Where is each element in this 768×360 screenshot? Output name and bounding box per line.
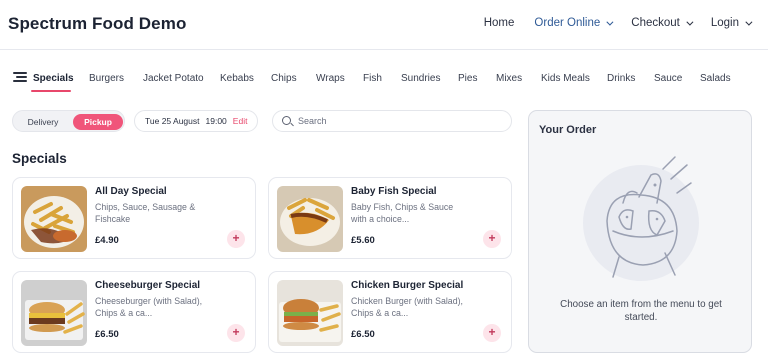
menu-item-card[interactable]: All Day Special Chips, Sauce, Sausage & …: [12, 177, 256, 259]
nav-login[interactable]: Login: [710, 17, 753, 29]
add-to-order-button[interactable]: +: [483, 324, 501, 342]
item-title: Chicken Burger Special: [351, 280, 464, 291]
selected-date: Tue 25 August: [145, 116, 200, 126]
category-tab-kids-meals[interactable]: Kids Meals: [541, 73, 590, 84]
section-title: Specials: [12, 151, 67, 166]
category-tab-chips[interactable]: Chips: [271, 73, 297, 84]
category-tab-drinks[interactable]: Drinks: [607, 73, 635, 84]
item-title: All Day Special: [95, 186, 167, 197]
food-image-chips-sausage: [21, 186, 87, 252]
order-panel: Your Order Choose an item from the menu …: [528, 110, 752, 353]
item-description: Cheeseburger (with Salad), Chips & a ca.…: [95, 296, 203, 318]
category-tab-mixes[interactable]: Mixes: [496, 73, 522, 84]
item-price: £6.50: [95, 329, 119, 340]
nav-checkout-label: Checkout: [631, 17, 680, 29]
brand-title[interactable]: Spectrum Food Demo: [8, 14, 186, 34]
empty-order-message: Choose an item from the menu to get star…: [560, 299, 722, 323]
item-price: £4.90: [95, 235, 119, 246]
menu-item-card[interactable]: Chicken Burger Special Chicken Burger (w…: [268, 271, 512, 353]
chevron-down-icon: [686, 18, 694, 26]
category-tab-wraps[interactable]: Wraps: [316, 73, 345, 84]
item-title: Cheeseburger Special: [95, 280, 201, 291]
category-tab-sundries[interactable]: Sundries: [401, 73, 440, 84]
item-price: £6.50: [351, 329, 375, 340]
add-to-order-button[interactable]: +: [483, 230, 501, 248]
add-to-order-button[interactable]: +: [227, 230, 245, 248]
top-bar: Spectrum Food Demo Home Order Online Che…: [0, 0, 768, 50]
item-description: Chips, Sauce, Sausage & Fishcake: [95, 202, 196, 224]
menu-icon[interactable]: [13, 72, 27, 82]
item-price: £5.60: [351, 235, 375, 246]
category-bar: Specials Burgers Jacket Potato Kebabs Ch…: [0, 62, 768, 92]
chevron-down-icon: [745, 18, 753, 26]
nav-order-online[interactable]: Order Online: [534, 17, 614, 29]
nav-home-label: Home: [483, 17, 515, 29]
menu-item-card[interactable]: Baby Fish Special Baby Fish, Chips & Sau…: [268, 177, 512, 259]
search-box: [272, 110, 512, 132]
active-tab-indicator: [31, 90, 71, 92]
search-input[interactable]: [298, 114, 498, 128]
top-nav: Home Order Online Checkout Login: [464, 17, 753, 29]
pickup-option[interactable]: Pickup: [73, 114, 123, 130]
item-description: Baby Fish, Chips & Sauce with a choice..…: [351, 202, 454, 224]
category-tab-salads[interactable]: Salads: [700, 73, 731, 84]
delivery-option[interactable]: Delivery: [19, 114, 67, 130]
empty-bag-illustration: [579, 151, 703, 291]
food-image-fish-chips: [277, 186, 343, 252]
nav-order-online-label: Order Online: [534, 17, 601, 29]
add-to-order-button[interactable]: +: [227, 324, 245, 342]
category-tab-jacket-potato[interactable]: Jacket Potato: [143, 73, 204, 84]
nav-home[interactable]: Home: [484, 17, 515, 29]
order-title: Your Order: [539, 124, 597, 136]
search-icon: [282, 116, 291, 125]
nav-checkout[interactable]: Checkout: [631, 17, 694, 29]
category-tab-specials[interactable]: Specials: [33, 73, 74, 84]
fulfillment-toggle: Delivery Pickup: [12, 110, 125, 132]
selected-time: 19:00: [205, 116, 227, 126]
menu-item-card[interactable]: Cheeseburger Special Cheeseburger (with …: [12, 271, 256, 353]
item-title: Baby Fish Special: [351, 186, 437, 197]
edit-link[interactable]: Edit: [233, 116, 248, 126]
nav-login-label: Login: [710, 17, 739, 29]
category-tab-sauce[interactable]: Sauce: [654, 73, 682, 84]
date-time-selector[interactable]: Tue 25 August 19:00 Edit: [134, 110, 258, 132]
food-image-cheeseburger: [21, 280, 87, 346]
item-description: Chicken Burger (with Salad), Chips & a c…: [351, 296, 463, 318]
food-image-chicken-burger: [277, 280, 343, 346]
category-tab-kebabs[interactable]: Kebabs: [220, 73, 254, 84]
category-tab-fish[interactable]: Fish: [363, 73, 382, 84]
category-tab-burgers[interactable]: Burgers: [89, 73, 124, 84]
category-tab-pies[interactable]: Pies: [458, 73, 477, 84]
chevron-down-icon: [606, 18, 614, 26]
